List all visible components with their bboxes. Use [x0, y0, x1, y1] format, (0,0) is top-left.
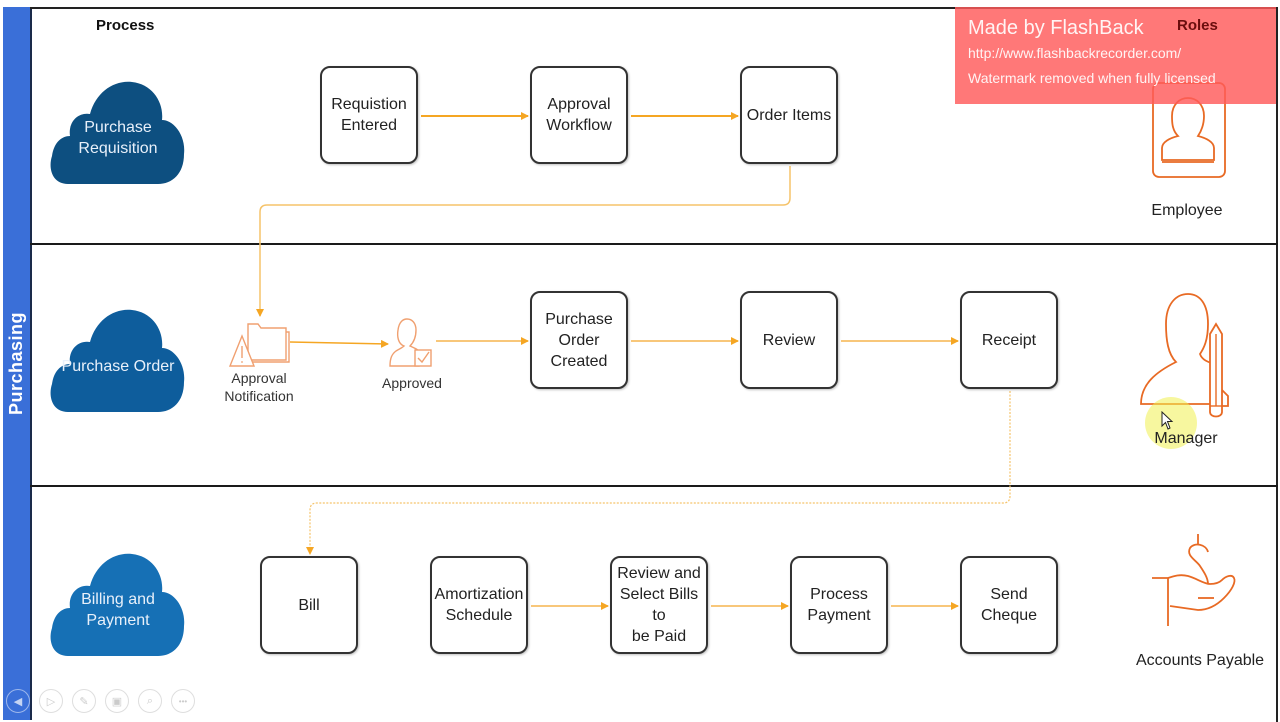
- folder-warning-icon: [228, 323, 290, 367]
- approval-notification-label: Approval Notification: [224, 370, 294, 404]
- magnifier-icon: ⌕: [146, 694, 154, 707]
- mouse-pointer-icon: [1161, 411, 1174, 430]
- slides-icon: ▣: [111, 695, 123, 708]
- person-check-icon: [389, 318, 432, 367]
- previous-icon: ◀: [13, 695, 23, 708]
- pen-button[interactable]: ✎: [72, 689, 96, 713]
- swimlane-diagram: Purchasing Process Purchase Requisition …: [0, 0, 1280, 722]
- step-receipt[interactable]: Receipt: [960, 291, 1058, 389]
- play-icon: ▷: [46, 695, 56, 708]
- role-manager-label: Manager: [1154, 430, 1218, 447]
- play-button[interactable]: ▷: [39, 689, 63, 713]
- step-order-items[interactable]: Order Items: [740, 66, 838, 164]
- approved-label: Approved: [382, 375, 442, 391]
- zoom-button[interactable]: ⌕: [138, 689, 162, 713]
- arrow-receipt-to-bill: [306, 391, 1011, 555]
- step-bill[interactable]: Bill: [260, 556, 358, 654]
- more-button[interactable]: •••: [171, 689, 195, 713]
- hand-dollar-icon: [1152, 534, 1236, 626]
- step-requisition-entered[interactable]: Requistion Entered: [320, 66, 418, 164]
- roles-header: Roles: [1177, 17, 1218, 34]
- watermark-note: Watermark removed when fully licensed: [968, 70, 1216, 86]
- watermark-url: http://www.flashbackrecorder.com/: [968, 45, 1182, 61]
- step-approval-workflow[interactable]: Approval Workflow: [530, 66, 628, 164]
- recorder-watermark: Made by FlashBack http://www.flashbackre…: [955, 7, 1276, 104]
- step-review[interactable]: Review: [740, 291, 838, 389]
- step-process-payment[interactable]: Process Payment: [790, 556, 888, 654]
- presentation-controls: ◀ ▷ ✎ ▣ ⌕ •••: [6, 689, 195, 713]
- watermark-title: Made by FlashBack: [968, 17, 1144, 39]
- step-purchase-order-created[interactable]: Purchase Order Created: [530, 291, 628, 389]
- step-send-cheque[interactable]: Send Cheque: [960, 556, 1058, 654]
- more-icon: •••: [178, 696, 188, 706]
- role-employee-label: Employee: [1151, 202, 1223, 219]
- step-amortization-schedule[interactable]: Amortization Schedule: [430, 556, 528, 654]
- arrow-order-items-to-approval-notification: [256, 166, 791, 317]
- role-accounts-payable-label: Accounts Payable: [1136, 652, 1265, 669]
- step-review-select-bills[interactable]: Review and Select Bills to be Paid: [610, 556, 708, 654]
- previous-button[interactable]: ◀: [6, 689, 30, 713]
- slides-button[interactable]: ▣: [105, 689, 129, 713]
- pen-icon: ✎: [79, 695, 89, 708]
- arrow-connector: [289, 339, 389, 348]
